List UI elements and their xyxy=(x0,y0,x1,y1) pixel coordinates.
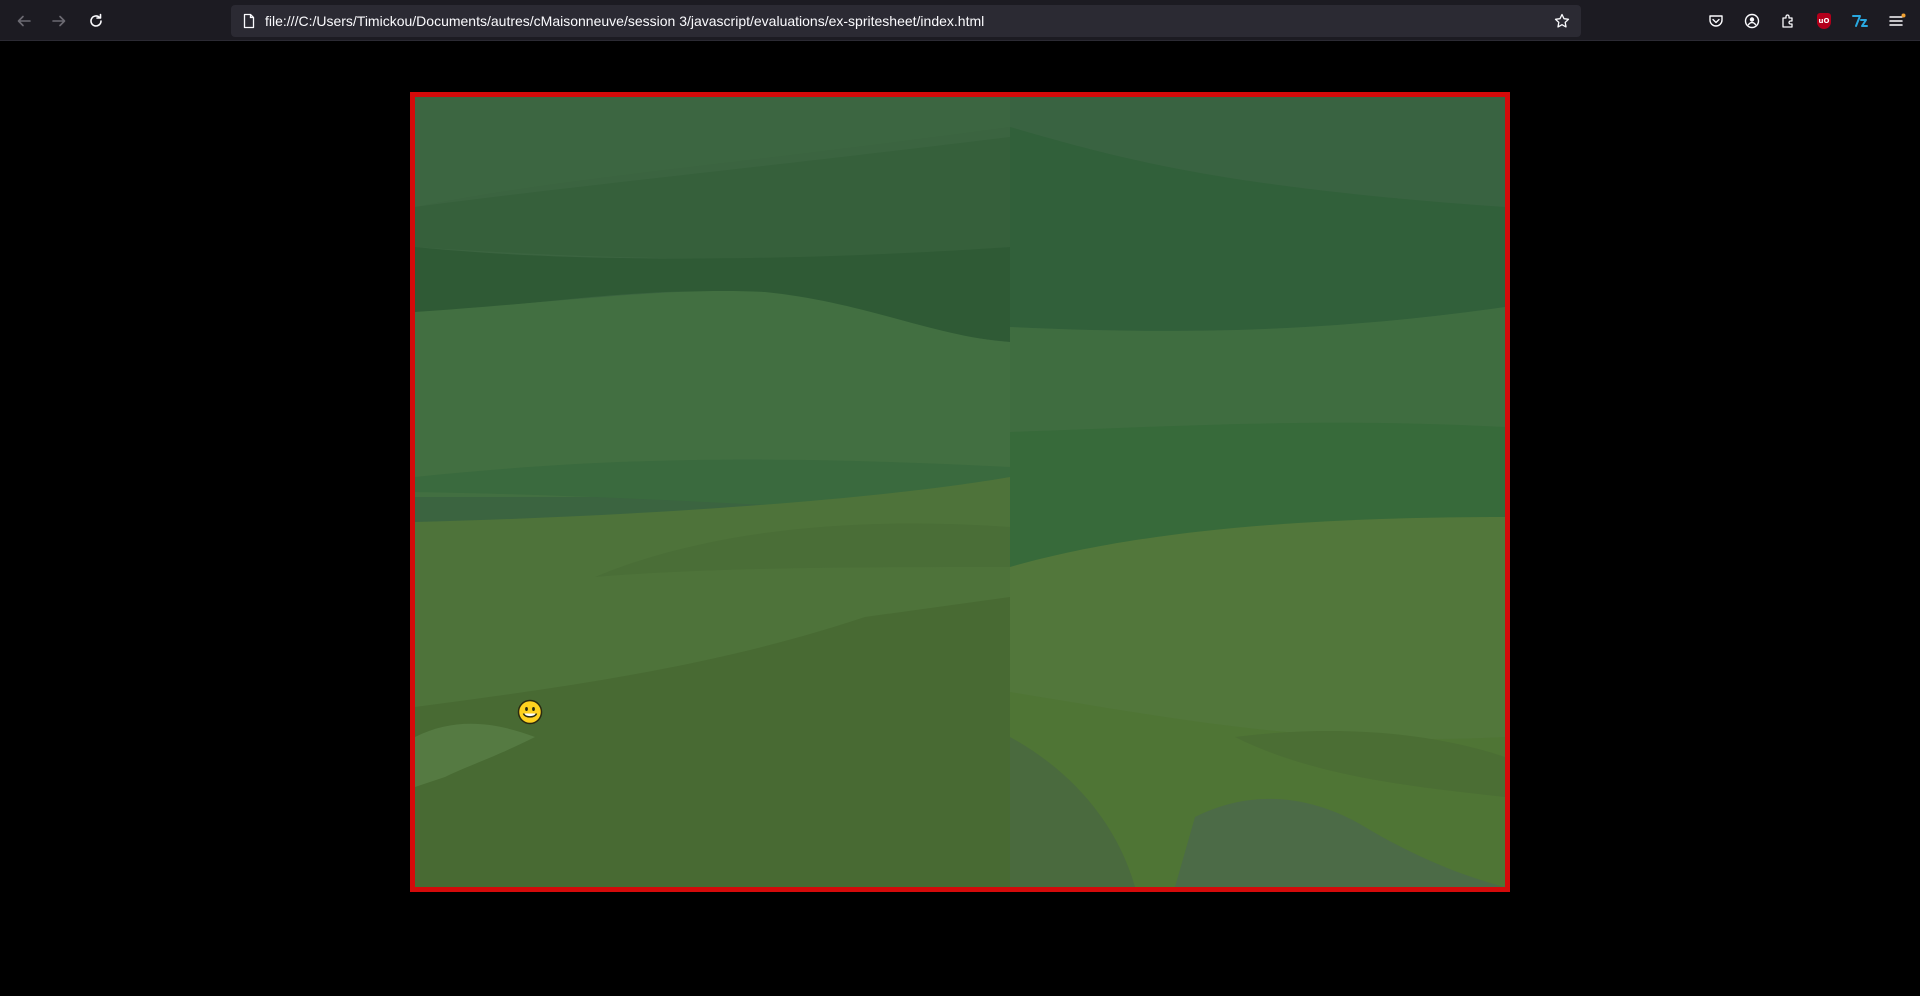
page-icon xyxy=(243,13,255,29)
browser-toolbar: file:///C:/Users/Timickou/Documents/autr… xyxy=(0,0,1920,41)
back-arrow-icon xyxy=(17,15,31,27)
pocket-button[interactable] xyxy=(1703,8,1729,34)
bookmark-button[interactable] xyxy=(1549,8,1575,34)
page-viewport xyxy=(0,41,1920,996)
ublock-origin-icon: uO xyxy=(1817,13,1831,29)
extensions-icon xyxy=(1782,14,1793,28)
account-icon xyxy=(1744,13,1760,29)
hamburger-menu-icon xyxy=(1889,13,1906,26)
translate-extension-button[interactable] xyxy=(1847,8,1873,34)
reload-button[interactable] xyxy=(82,8,110,34)
smiley-sprite[interactable] xyxy=(517,699,543,725)
star-icon xyxy=(1554,13,1570,28)
url-bar[interactable]: file:///C:/Users/Timickou/Documents/autr… xyxy=(231,5,1581,37)
app-menu-button[interactable] xyxy=(1884,8,1910,34)
url-text[interactable]: file:///C:/Users/Timickou/Documents/autr… xyxy=(265,5,984,37)
grass-background xyxy=(415,97,1505,887)
back-button[interactable] xyxy=(10,8,38,34)
forward-arrow-icon xyxy=(52,15,66,27)
game-canvas[interactable] xyxy=(410,92,1510,892)
ublock-button[interactable]: uO xyxy=(1811,8,1837,34)
account-button[interactable] xyxy=(1739,8,1765,34)
translate-extension-icon xyxy=(1852,15,1868,27)
forward-button[interactable] xyxy=(45,8,73,34)
extensions-button[interactable] xyxy=(1775,8,1801,34)
pocket-icon xyxy=(1709,15,1723,27)
reload-icon xyxy=(90,13,102,27)
